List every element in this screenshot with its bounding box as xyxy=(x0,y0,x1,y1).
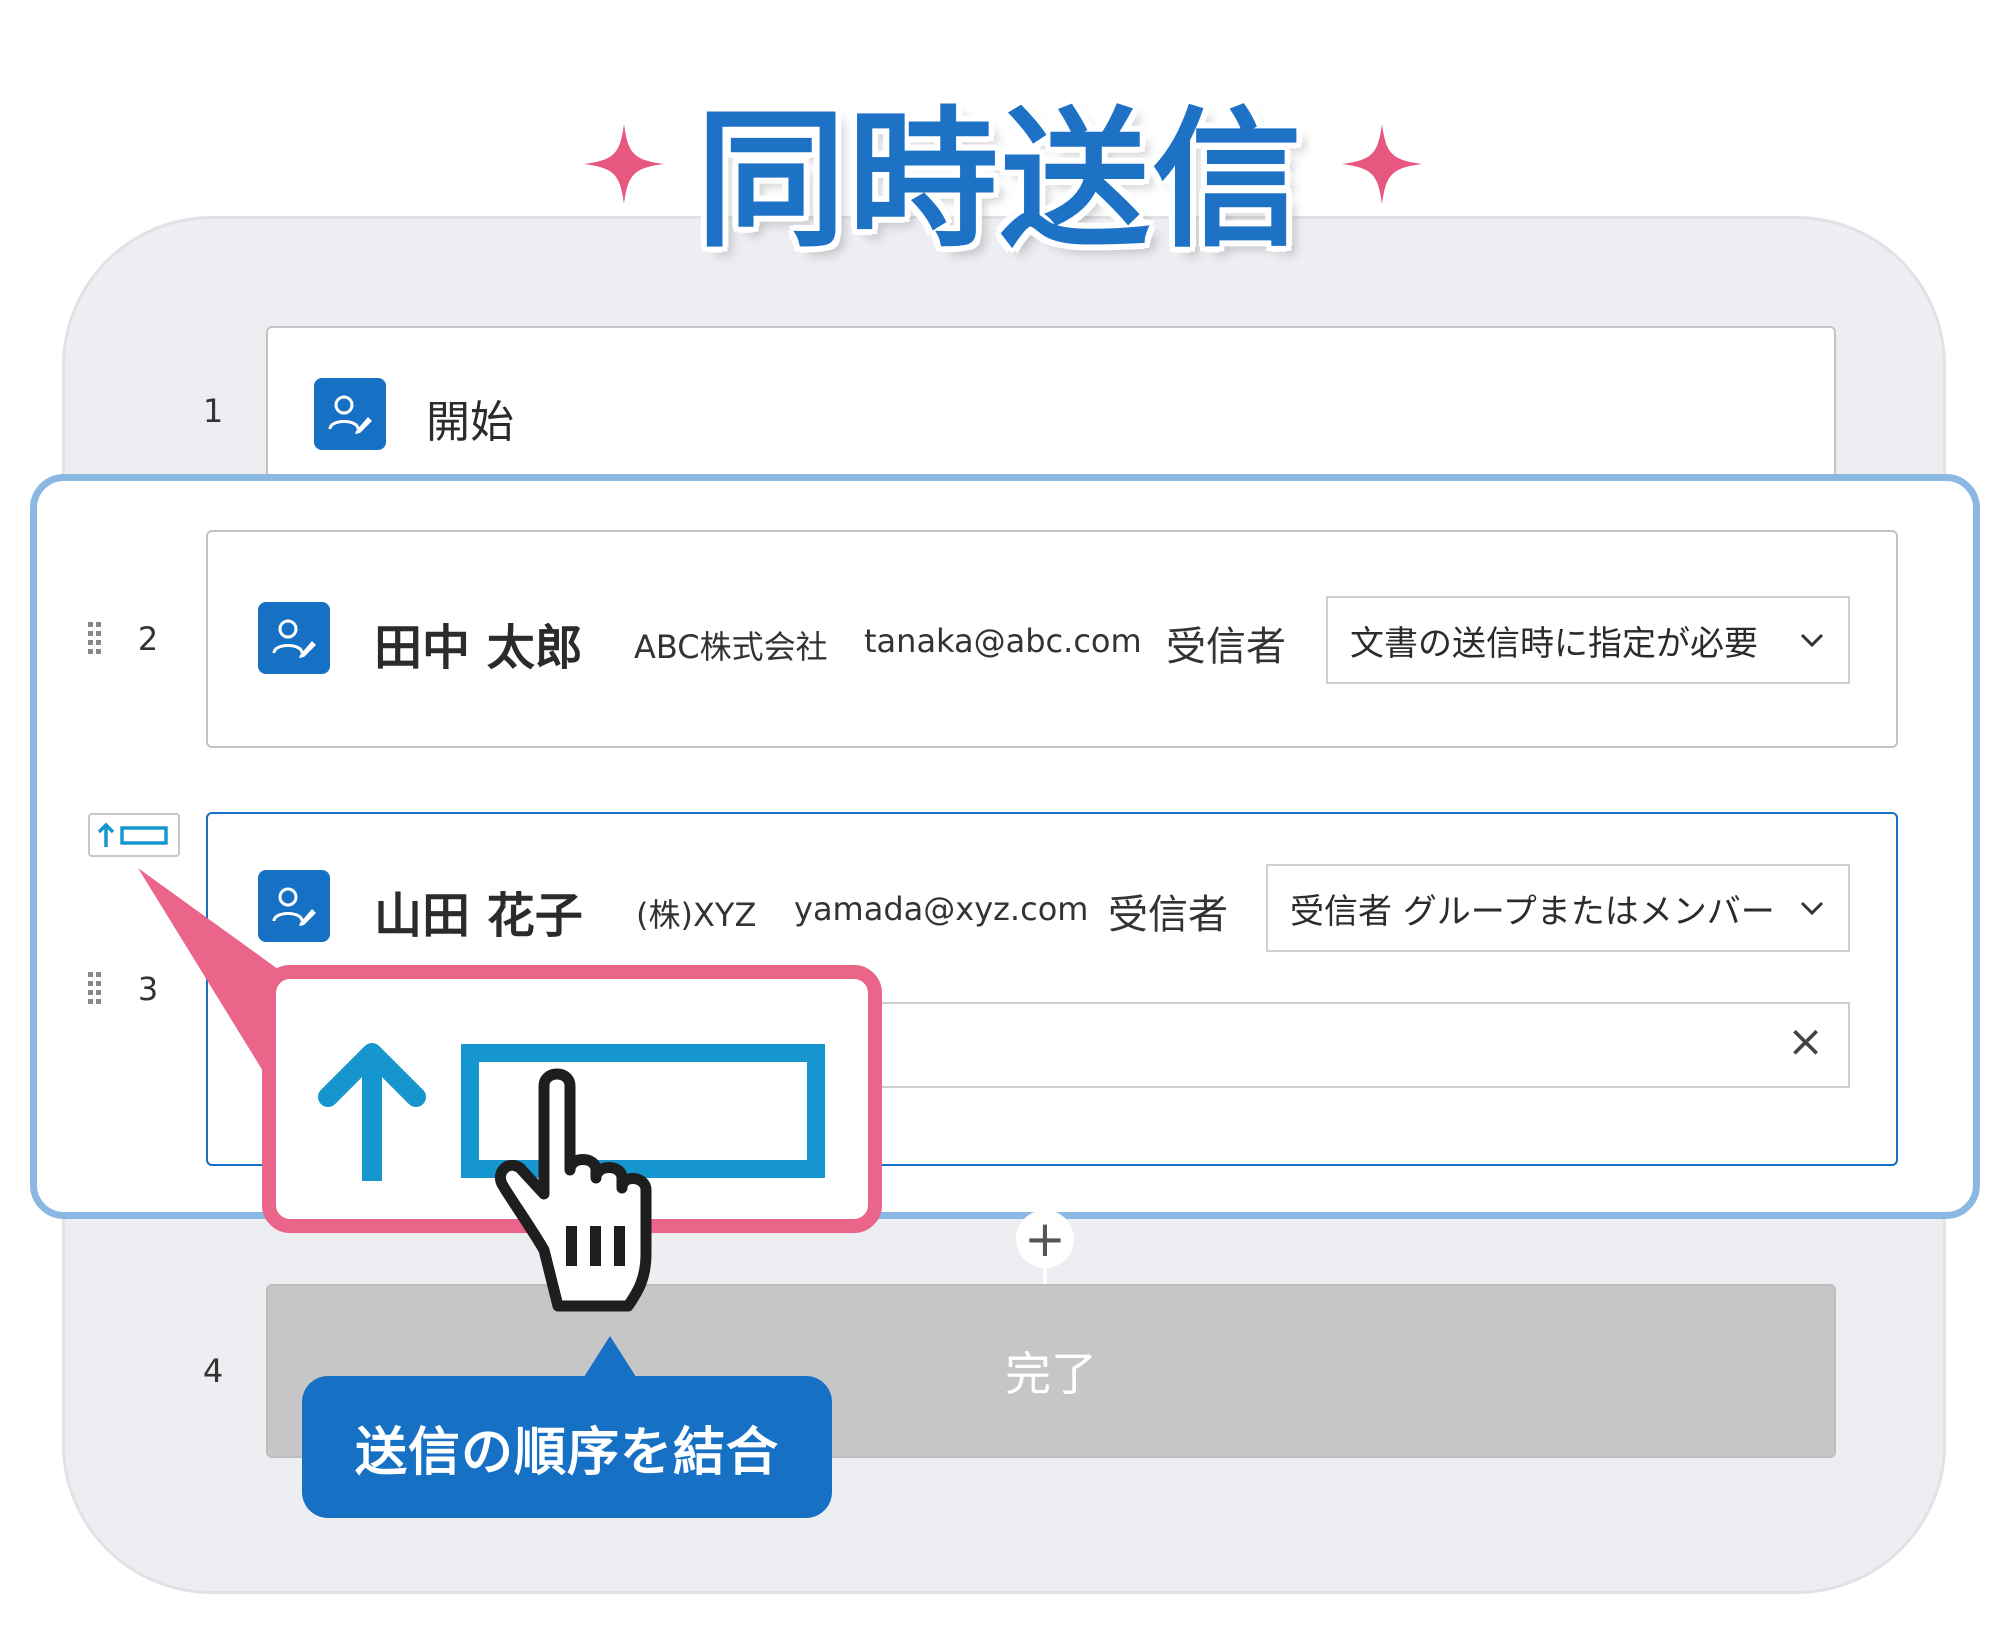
start-label: 開始 xyxy=(426,397,514,448)
drag-handle-icon[interactable] xyxy=(88,972,102,1006)
sparkle-icon xyxy=(1342,124,1422,204)
step-number: 4 xyxy=(202,1352,224,1390)
recipient-name: 山田 花子 xyxy=(374,888,583,944)
recipient-group-dropdown[interactable]: 受信者 グループまたはメンバー xyxy=(1266,864,1850,952)
person-edit-icon xyxy=(258,602,330,674)
add-step-button[interactable]: + xyxy=(1016,1210,1074,1268)
sparkle-icon xyxy=(584,124,664,204)
dropdown-value: 文書の送信時に指定が必要 xyxy=(1350,623,1758,664)
signing-option-dropdown[interactable]: 文書の送信時に指定が必要 xyxy=(1326,596,1850,684)
hand-cursor-icon xyxy=(495,1068,652,1312)
drag-handle-icon[interactable] xyxy=(88,622,102,656)
recipient-role: 受信者 xyxy=(1166,624,1286,670)
merge-order-icon xyxy=(97,822,168,847)
recipient-email: tanaka@abc.com xyxy=(864,622,1142,660)
recipient-company: ABC株式会社 xyxy=(634,628,828,666)
recipient-role: 受信者 xyxy=(1108,892,1228,938)
chevron-down-icon xyxy=(1800,633,1824,648)
step-number: 2 xyxy=(137,620,159,658)
clear-icon[interactable]: × xyxy=(1787,1016,1824,1067)
recipient-email: yamada@xyz.com xyxy=(794,890,1089,928)
person-edit-icon xyxy=(314,378,386,450)
recipient-name: 田中 太郎 xyxy=(374,620,583,676)
merge-order-button[interactable] xyxy=(88,813,180,857)
recipient-card[interactable]: 田中 太郎 ABC株式会社 tanaka@abc.com 受信者 文書の送信時に… xyxy=(206,530,1898,748)
chevron-down-icon xyxy=(1800,901,1824,916)
member-input[interactable]: × xyxy=(848,1002,1850,1088)
page-title: 同時送信 xyxy=(695,94,1304,268)
merge-order-tooltip: 送信の順序を結合 xyxy=(302,1376,832,1518)
tooltip-arrow xyxy=(582,1336,638,1380)
start-step-card[interactable]: 開始 xyxy=(266,326,1836,486)
end-label: 完了 xyxy=(1005,1347,1097,1401)
dropdown-value: 受信者 グループまたはメンバー xyxy=(1290,891,1775,932)
recipient-company: (株)XYZ xyxy=(636,896,757,934)
step-number: 1 xyxy=(202,392,224,430)
